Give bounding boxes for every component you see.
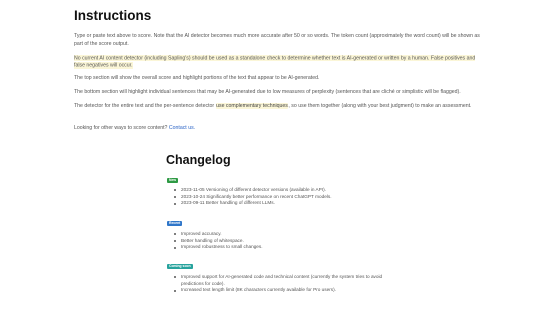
ai-detector-warning: No current AI content detector (includin…: [74, 54, 484, 70]
badge-new: New: [167, 178, 178, 183]
warning-highlight: No current AI content detector (includin…: [74, 54, 476, 69]
list-item: 2023-09-11 Better handling of different …: [174, 200, 396, 207]
changelog-title: Changelog: [166, 153, 231, 167]
list-item: Increased text length limit (8K characte…: [174, 287, 396, 294]
changelog-list-coming-soon: Improved support for AI-generated code a…: [174, 274, 396, 294]
changelog-list-new: 2023-11-05 Versioning of different detec…: [174, 187, 396, 207]
list-item: Better handling of whitespace.: [174, 238, 396, 245]
contact-us-link[interactable]: Contact us.: [169, 125, 195, 131]
instructions-paragraph-intro: Type or paste text above to score. Note …: [74, 33, 480, 47]
contact-text: Looking for other ways to score content?: [74, 125, 169, 131]
detectors-text-before: The detector for the entire text and the…: [74, 103, 216, 109]
instructions-paragraph-detectors: The detector for the entire text and the…: [74, 103, 472, 111]
changelog-list-recent: Improved accuracy. Better handling of wh…: [174, 231, 396, 251]
complementary-techniques-highlight: use complementary techniques: [215, 103, 289, 109]
list-item: 2023-11-05 Versioning of different detec…: [174, 187, 396, 194]
list-item: Improved accuracy.: [174, 231, 396, 238]
list-item: 2023-10-24 Significantly better performa…: [174, 194, 396, 201]
instructions-paragraph-bottom-section: The bottom section will highlight indivi…: [74, 89, 461, 95]
badge-coming-soon: Coming soon: [167, 264, 193, 269]
list-item: Improved support for AI-generated code a…: [174, 274, 396, 287]
instructions-paragraph-contact: Looking for other ways to score content?…: [74, 125, 195, 133]
badge-recent: Recent: [167, 221, 183, 226]
detectors-text-after: , so use them together (along with your …: [288, 103, 472, 109]
list-item: Improved robustness to small changes.: [174, 244, 396, 251]
instructions-paragraph-top-section: The top section will show the overall sc…: [74, 75, 320, 81]
instructions-title: Instructions: [74, 8, 152, 23]
